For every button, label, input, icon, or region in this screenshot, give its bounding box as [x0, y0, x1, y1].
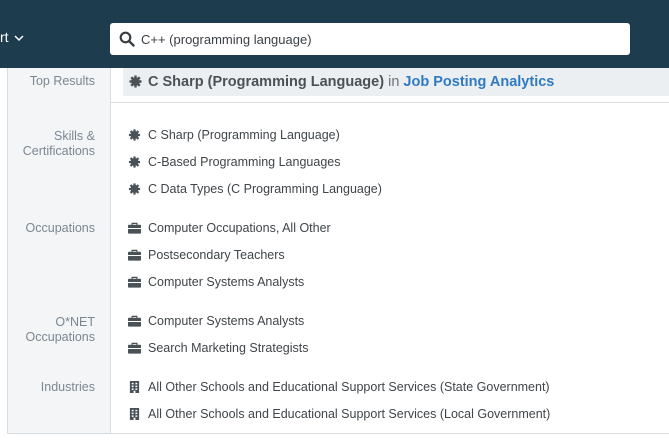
- search-results-dropdown: Top Results Skills & Certifications Occu…: [7, 68, 669, 434]
- top-result-dataset-link[interactable]: Job Posting Analytics: [403, 74, 554, 90]
- building-icon: [129, 381, 140, 393]
- category-skills-line2: Certifications: [22, 144, 95, 158]
- search-input[interactable]: [141, 28, 621, 50]
- category-onet-line1: O*NET: [55, 315, 95, 329]
- skill-result-label: C-Based Programming Languages: [148, 155, 341, 169]
- gear-icon: [128, 156, 141, 168]
- industry-result-label: All Other Schools and Educational Suppor…: [148, 407, 551, 421]
- top-result-title: C Sharp (Programming Language) in Job Po…: [148, 68, 554, 96]
- briefcase-icon: [128, 315, 141, 327]
- top-bar: rt: [0, 0, 669, 68]
- category-top-results: Top Results: [29, 74, 95, 88]
- category-occupations: Occupations: [25, 221, 95, 235]
- occupation-result-label: Postsecondary Teachers: [148, 248, 285, 262]
- briefcase-icon: [128, 222, 141, 234]
- nav-menu-dropdown[interactable]: rt: [0, 28, 24, 46]
- search-box[interactable]: [110, 23, 630, 55]
- building-icon: [129, 408, 140, 420]
- top-result[interactable]: C Sharp (Programming Language) in Job Po…: [123, 68, 669, 96]
- skill-result-label: C Data Types (C Programming Language): [148, 182, 382, 196]
- category-rail: Top Results Skills & Certifications Occu…: [8, 68, 111, 433]
- skill-result-label: C Sharp (Programming Language): [148, 128, 340, 142]
- onet-occupation-result-label: Computer Systems Analysts: [148, 314, 305, 328]
- divider: [111, 102, 669, 103]
- category-onet-line2: Occupations: [25, 330, 95, 344]
- gear-icon: [128, 183, 141, 195]
- occupation-result-label: Computer Systems Analysts: [148, 275, 305, 289]
- gear-icon: [128, 129, 141, 141]
- briefcase-icon: [128, 249, 141, 261]
- briefcase-icon: [128, 342, 141, 354]
- category-industries: Industries: [40, 380, 95, 394]
- nav-menu-label: rt: [0, 29, 9, 45]
- onet-occupation-result-label: Search Marketing Strategists: [148, 341, 309, 355]
- category-onet: O*NET Occupations: [26, 315, 95, 345]
- search-icon: [119, 31, 135, 47]
- category-skills: Skills & Certifications: [23, 129, 95, 159]
- chevron-down-icon: [14, 35, 24, 42]
- industry-result-label: All Other Schools and Educational Suppor…: [148, 380, 550, 394]
- occupation-result-label: Computer Occupations, All Other: [148, 221, 331, 235]
- category-skills-line1: Skills &: [54, 129, 95, 143]
- top-result-name: C Sharp (Programming Language): [148, 74, 385, 90]
- top-result-connector: in: [388, 74, 400, 90]
- briefcase-icon: [128, 276, 141, 288]
- gear-icon: [129, 75, 142, 88]
